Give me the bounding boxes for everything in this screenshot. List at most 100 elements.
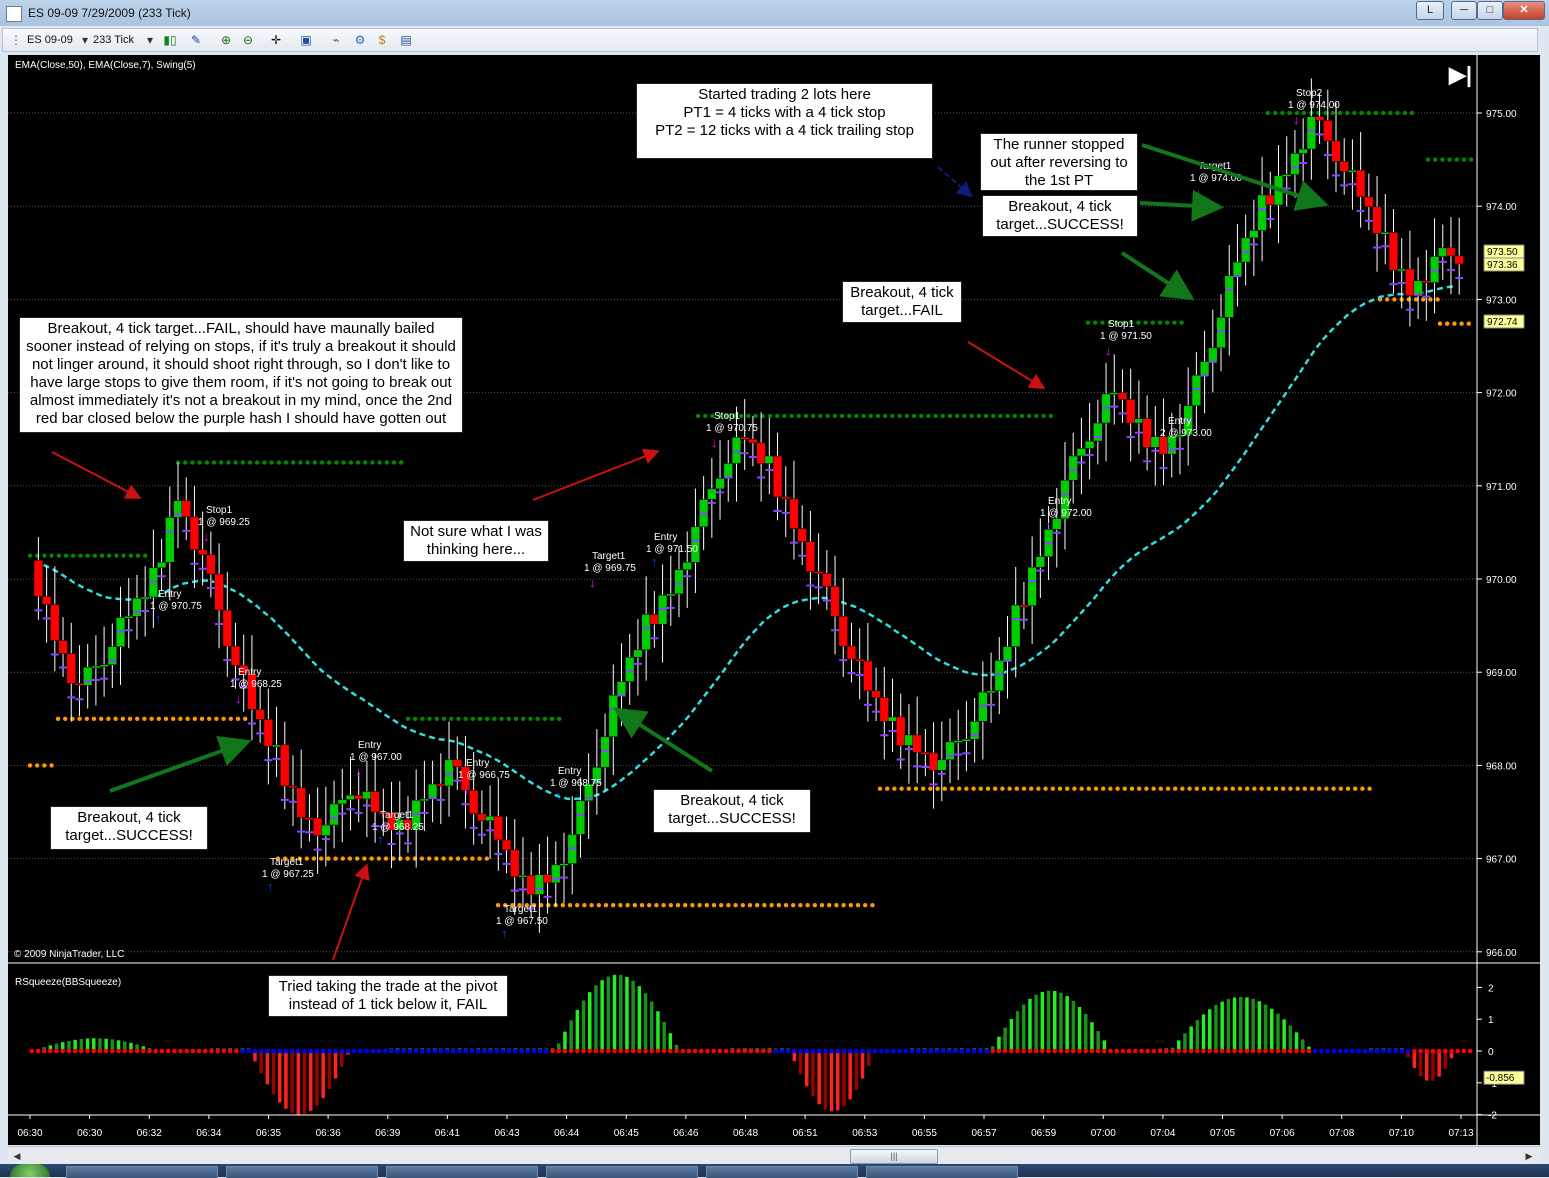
taskbar-item[interactable] xyxy=(546,1166,698,1178)
down-candle xyxy=(896,716,906,746)
minimize-button[interactable]: ─ xyxy=(1451,1,1477,20)
scroll-right-icon[interactable]: ▶ xyxy=(1522,1149,1536,1163)
maximize-button[interactable]: □ xyxy=(1477,1,1503,20)
up-candle xyxy=(329,803,339,826)
zoom-out-icon[interactable]: ⊖ xyxy=(241,33,255,47)
swing-high-dot xyxy=(1345,110,1350,116)
time-label: 06:59 xyxy=(1031,1128,1056,1139)
swing-low-dot xyxy=(347,856,353,861)
draw-pencil-icon[interactable]: ✎ xyxy=(189,33,203,47)
horizontal-scrollbar[interactable]: ◀ ||| ▶ xyxy=(8,1146,1540,1165)
close-button[interactable]: ✕ xyxy=(1503,1,1545,20)
taskbar-item[interactable] xyxy=(66,1166,218,1178)
help-button[interactable]: L xyxy=(1416,1,1444,20)
bar-type-icon[interactable]: ▮▯ xyxy=(163,33,177,47)
swing-high-dot xyxy=(1409,110,1415,116)
up-candle xyxy=(1413,280,1423,296)
squeeze-badge-label: -0.856 xyxy=(1486,1073,1515,1084)
squeeze-dot xyxy=(426,1048,431,1054)
swing-low-dot xyxy=(892,786,897,791)
down-candle xyxy=(214,573,224,611)
price-label: 969.00 xyxy=(1486,668,1517,679)
swing-low-dot xyxy=(1165,786,1171,791)
squeeze-bar xyxy=(854,1051,859,1090)
instrument-selector[interactable]: ES 09-09 xyxy=(27,32,73,48)
annotation-pivot-fail: Tried taking the trade at the pivot inst… xyxy=(268,975,508,1017)
data-box-icon[interactable]: ▤ xyxy=(399,33,413,47)
squeeze-dot xyxy=(29,1048,34,1054)
swing-low-dot xyxy=(1324,786,1329,791)
chevron-down-icon[interactable]: ▾ xyxy=(143,33,157,47)
start-button-icon[interactable] xyxy=(10,1164,50,1177)
squeeze-dot xyxy=(1337,1048,1343,1054)
swing-low-dot xyxy=(639,903,645,908)
chart-area[interactable]: 975.00 974.00 973.00 972.00 971.00 970.00 969.… xyxy=(8,55,1540,1145)
crosshair-icon[interactable]: ✛ xyxy=(269,33,283,47)
time-label: 06:35 xyxy=(256,1128,281,1139)
squeeze-bar xyxy=(1276,1013,1280,1051)
squeeze-dot xyxy=(798,1048,803,1054)
taskbar-item[interactable] xyxy=(706,1166,858,1178)
down-candle xyxy=(477,813,487,821)
trade-label-fill: 2 @ 973.00 xyxy=(1160,428,1212,439)
swing-low-dot xyxy=(1173,786,1178,791)
squeeze-dot xyxy=(296,1048,301,1054)
swing-low-dot xyxy=(978,786,983,791)
swing-low-dot xyxy=(863,903,868,908)
squeeze-dot xyxy=(41,1048,47,1054)
squeeze-dot xyxy=(1399,1048,1405,1054)
swing-high-dot xyxy=(1395,110,1400,116)
swing-high-dot xyxy=(226,460,231,465)
strategies-icon[interactable]: ⚙ xyxy=(353,33,367,47)
squeeze-bar xyxy=(1009,1018,1014,1051)
taskbar-item[interactable] xyxy=(226,1166,378,1178)
squeeze-dot xyxy=(1393,1048,1398,1054)
swing-low-dot xyxy=(1101,786,1106,791)
zoom-in-icon[interactable]: ⊕ xyxy=(219,33,233,47)
up-candle xyxy=(1306,116,1317,150)
copyright-label: © 2009 NinjaTrader, LLC xyxy=(14,949,124,960)
up-candle xyxy=(715,478,725,490)
squeeze-dot xyxy=(742,1048,747,1054)
squeeze-dot xyxy=(110,1048,115,1054)
squeeze-dot xyxy=(649,1048,654,1054)
squeeze-dot xyxy=(761,1048,766,1054)
scroll-left-icon[interactable]: ◀ xyxy=(10,1149,24,1163)
up-candle xyxy=(156,561,167,569)
squeeze-dot xyxy=(717,1048,723,1054)
long-arrow-icon: ↑ xyxy=(1165,438,1172,453)
taskbar-item[interactable] xyxy=(866,1166,1018,1178)
swing-high-dot xyxy=(1034,413,1039,419)
jump-to-end-icon[interactable]: ▶| xyxy=(1448,62,1472,87)
swing-high-dot xyxy=(1005,413,1010,419)
chart-canvas[interactable]: 975.00 974.00 973.00 972.00 971.00 970.00 969.… xyxy=(8,55,1540,1145)
up-candle xyxy=(986,690,996,694)
swing-low-dot xyxy=(1466,321,1472,326)
swing-low-dot xyxy=(1445,321,1450,326)
indicators-icon[interactable]: ⌁ xyxy=(329,33,343,47)
up-candle xyxy=(1052,518,1062,530)
scrollbar-thumb[interactable]: ||| xyxy=(850,1149,938,1164)
swing-low-dot xyxy=(611,903,616,908)
squeeze-dot xyxy=(1182,1048,1188,1054)
chevron-down-icon[interactable]: ▾ xyxy=(78,33,92,47)
squeeze-dot xyxy=(1350,1048,1355,1054)
money-icon[interactable]: $ xyxy=(375,33,389,47)
squeeze-dot xyxy=(128,1048,134,1054)
swing-high-dot xyxy=(92,553,98,558)
swing-low-dot xyxy=(355,856,360,861)
swing-low-dot xyxy=(1437,321,1443,326)
long-arrow-icon: ↑ xyxy=(555,788,562,803)
squeeze-dot xyxy=(835,1048,840,1054)
interval-selector[interactable]: 233 Tick xyxy=(93,32,134,48)
chart-properties-icon[interactable]: ▣ xyxy=(299,33,313,47)
squeeze-dot xyxy=(122,1048,127,1054)
swing-high-dot xyxy=(247,460,253,465)
squeeze-bar xyxy=(1208,1009,1212,1051)
taskbar-item[interactable] xyxy=(386,1166,538,1178)
squeeze-dot xyxy=(872,1048,878,1054)
squeeze-bar xyxy=(1418,1051,1423,1077)
swing-low-dot xyxy=(647,903,652,908)
squeeze-dot xyxy=(351,1048,357,1054)
squeeze-dot xyxy=(1387,1048,1392,1054)
